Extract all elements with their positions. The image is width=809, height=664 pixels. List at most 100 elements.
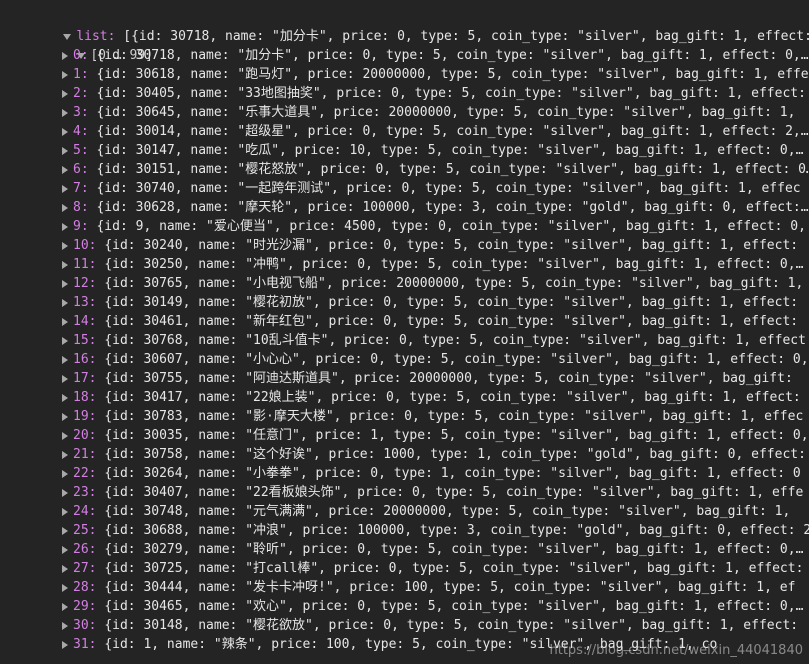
- expand-right-icon[interactable]: [62, 260, 68, 269]
- array-item-row[interactable]: 8: {id: 30628, name: "摩天轮", price: 10000…: [62, 198, 809, 217]
- expand-right-icon[interactable]: [62, 507, 68, 516]
- item-preview: {id: 30628, name: "摩天轮", price: 100000, …: [96, 200, 809, 215]
- array-item-row[interactable]: 23: {id: 30407, name: "22看板娘头饰", price: …: [62, 483, 803, 502]
- array-item-row[interactable]: 7: {id: 30740, name: "一起跨年测试", price: 0,…: [62, 179, 801, 198]
- array-item-row[interactable]: 9: {id: 9, name: "爱心便当", price: 4500, ty…: [62, 217, 806, 236]
- array-item-row[interactable]: 26: {id: 30279, name: "聆听", price: 0, ty…: [62, 540, 803, 559]
- item-preview: {id: 30149, name: "樱花初放", price: 0, type…: [104, 295, 799, 310]
- expand-right-icon[interactable]: [62, 317, 68, 326]
- expand-right-icon[interactable]: [62, 51, 68, 60]
- array-item-row[interactable]: 13: {id: 30149, name: "樱花初放", price: 0, …: [62, 293, 798, 312]
- expand-right-icon[interactable]: [62, 526, 68, 535]
- item-preview: {id: 30465, name: "欢心", price: 0, type: …: [104, 599, 804, 614]
- array-item-row[interactable]: 14: {id: 30461, name: "新年红包", price: 0, …: [62, 312, 798, 331]
- array-item-row[interactable]: 12: {id: 30765, name: "小电视飞船", price: 20…: [62, 274, 803, 293]
- item-preview: {id: 30148, name: "樱花欲放", price: 0, type…: [104, 618, 799, 633]
- array-item-row[interactable]: 5: {id: 30147, name: "吃瓜", price: 10, ty…: [62, 141, 803, 160]
- expand-right-icon[interactable]: [62, 127, 68, 136]
- item-preview: {id: 30147, name: "吃瓜", price: 10, type:…: [96, 143, 804, 158]
- array-item-row[interactable]: 22: {id: 30264, name: "小拳拳", price: 0, t…: [62, 464, 801, 483]
- array-item-row[interactable]: 18: {id: 30417, name: "22娘上装", price: 0,…: [62, 388, 801, 407]
- expand-right-icon[interactable]: [62, 70, 68, 79]
- array-item-row[interactable]: 3: {id: 30645, name: "乐事大道具", price: 200…: [62, 103, 795, 122]
- item-index: 23:: [73, 485, 97, 500]
- item-preview: {id: 30264, name: "小拳拳", price: 0, type:…: [104, 466, 801, 481]
- item-preview: {id: 9, name: "爱心便当", price: 4500, type:…: [96, 219, 806, 234]
- item-index: 11:: [73, 257, 97, 272]
- expand-right-icon[interactable]: [62, 583, 68, 592]
- array-item-row[interactable]: 29: {id: 30465, name: "欢心", price: 0, ty…: [62, 597, 803, 616]
- array-item-row[interactable]: 16: {id: 30607, name: "小心心", price: 0, t…: [62, 350, 809, 369]
- item-index: 2:: [73, 86, 89, 101]
- item-preview: {id: 30618, name: "跑马灯", price: 20000000…: [96, 67, 809, 82]
- item-index: 12:: [73, 276, 97, 291]
- item-index: 16:: [73, 352, 97, 367]
- expand-right-icon[interactable]: [62, 393, 68, 402]
- array-item-row[interactable]: 30: {id: 30148, name: "樱花欲放", price: 0, …: [62, 616, 798, 635]
- expand-right-icon[interactable]: [62, 564, 68, 573]
- item-index: 20:: [73, 428, 97, 443]
- expand-right-icon[interactable]: [62, 469, 68, 478]
- expand-right-icon[interactable]: [62, 431, 68, 440]
- expand-right-icon[interactable]: [62, 336, 68, 345]
- item-preview: {id: 30748, name: "元气满满", price: 2000000…: [104, 504, 791, 519]
- item-index: 7:: [73, 181, 89, 196]
- expand-right-icon[interactable]: [62, 184, 68, 193]
- expand-right-icon[interactable]: [62, 374, 68, 383]
- array-item-row[interactable]: 20: {id: 30035, name: "任意门", price: 1, t…: [62, 426, 809, 445]
- array-item-row[interactable]: 25: {id: 30688, name: "冲浪", price: 10000…: [62, 521, 809, 540]
- item-preview: {id: 30405, name: "33地图抽奖", price: 0, ty…: [96, 86, 806, 101]
- item-index: 4:: [73, 124, 89, 139]
- array-item-row[interactable]: 27: {id: 30725, name: "打call棒", price: 0…: [62, 559, 803, 578]
- item-index: 24:: [73, 504, 97, 519]
- item-preview: {id: 30645, name: "乐事大道具", price: 200000…: [96, 105, 796, 120]
- expand-right-icon[interactable]: [62, 412, 68, 421]
- expand-right-icon[interactable]: [62, 545, 68, 554]
- item-index: 6:: [73, 162, 89, 177]
- watermark: https://blog.csdn.net/weixin_44041840: [549, 643, 803, 658]
- expand-right-icon[interactable]: [62, 621, 68, 630]
- item-preview: {id: 30768, name: "10乱斗值卡", price: 0, ty…: [104, 333, 806, 348]
- item-index: 19:: [73, 409, 97, 424]
- array-item-row[interactable]: 17: {id: 30755, name: "阿迪达斯道具", price: 2…: [62, 369, 793, 388]
- expand-right-icon[interactable]: [62, 222, 68, 231]
- array-item-row[interactable]: 15: {id: 30768, name: "10乱斗值卡", price: 0…: [62, 331, 806, 350]
- array-item-row[interactable]: 11: {id: 30250, name: "冲鸭", price: 0, ty…: [62, 255, 803, 274]
- expand-right-icon[interactable]: [62, 203, 68, 212]
- list-preview: [{id: 30718, name: "加分卡", price: 0, type…: [123, 29, 809, 44]
- array-item-row[interactable]: 4: {id: 30014, name: "超级星", price: 0, ty…: [62, 122, 809, 141]
- item-index: 14:: [73, 314, 97, 329]
- item-index: 29:: [73, 599, 97, 614]
- expand-right-icon[interactable]: [62, 241, 68, 250]
- array-item-row[interactable]: 1: {id: 30618, name: "跑马灯", price: 20000…: [62, 65, 809, 84]
- expand-right-icon[interactable]: [62, 450, 68, 459]
- range-group-row[interactable]: [0 … 99]: [46, 27, 153, 63]
- array-item-row[interactable]: 10: {id: 30240, name: "时光沙漏", price: 0, …: [62, 236, 798, 255]
- expand-right-icon[interactable]: [62, 108, 68, 117]
- expand-right-icon[interactable]: [62, 165, 68, 174]
- expand-right-icon[interactable]: [62, 279, 68, 288]
- expand-right-icon[interactable]: [62, 488, 68, 497]
- item-preview: {id: 30755, name: "阿迪达斯道具", price: 20000…: [104, 371, 793, 386]
- item-preview: {id: 30765, name: "小电视飞船", price: 200000…: [104, 276, 804, 291]
- array-item-row[interactable]: 28: {id: 30444, name: "发卡卡冲呀!", price: 1…: [62, 578, 795, 597]
- item-index: 21:: [73, 447, 97, 462]
- item-preview: {id: 30444, name: "发卡卡冲呀!", price: 100, …: [104, 580, 796, 595]
- array-item-row[interactable]: 19: {id: 30783, name: "影·摩天大楼", price: 0…: [62, 407, 803, 426]
- expand-right-icon[interactable]: [62, 298, 68, 307]
- array-item-row[interactable]: 24: {id: 30748, name: "元气满满", price: 200…: [62, 502, 790, 521]
- expand-right-icon[interactable]: [62, 89, 68, 98]
- list-property-row[interactable]: list: [{id: 30718, name: "加分卡", price: 0…: [32, 8, 809, 44]
- expand-right-icon[interactable]: [62, 355, 68, 364]
- array-item-row[interactable]: 6: {id: 30151, name: "樱花怒放", price: 0, t…: [62, 160, 809, 179]
- expand-right-icon[interactable]: [62, 146, 68, 155]
- item-index: 0:: [73, 48, 89, 63]
- item-preview: {id: 30725, name: "打call棒", price: 0, ty…: [104, 561, 804, 576]
- array-item-row[interactable]: 0: {id: 30718, name: "加分卡", price: 0, ty…: [62, 46, 809, 65]
- expand-right-icon[interactable]: [62, 640, 68, 649]
- array-item-row[interactable]: 21: {id: 30758, name: "这个好诶", price: 100…: [62, 445, 806, 464]
- expand-right-icon[interactable]: [62, 602, 68, 611]
- array-item-row[interactable]: 2: {id: 30405, name: "33地图抽奖", price: 0,…: [62, 84, 806, 103]
- item-index: 10:: [73, 238, 97, 253]
- item-index: 8:: [73, 200, 89, 215]
